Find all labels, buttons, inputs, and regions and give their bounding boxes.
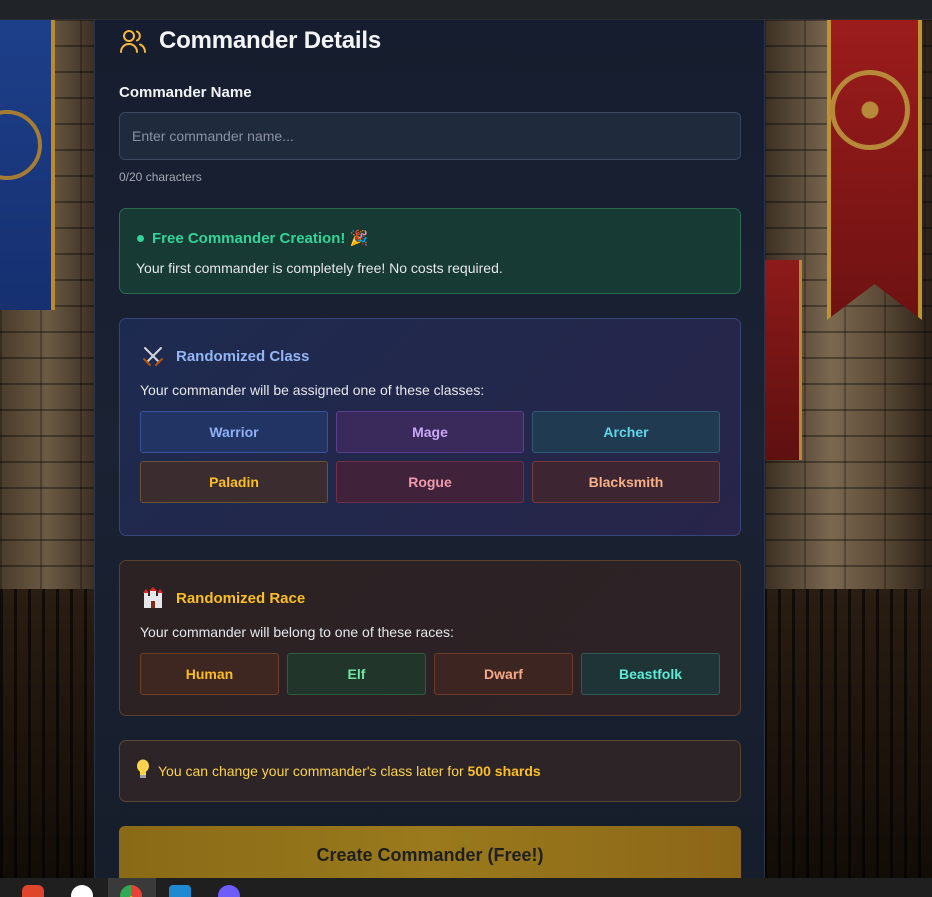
castle-icon [140,585,166,611]
create-commander-button[interactable]: Create Commander (Free!) [119,826,741,878]
free-notice-title: Free Commander Creation! 🎉 [152,230,369,247]
status-dot-icon [137,235,144,242]
taskbar-app-icon-2[interactable] [71,885,93,897]
race-section-description: Your commander will belong to one of the… [140,624,454,640]
background-banner-right-small [764,260,802,460]
tip-text-body: You can change your commander's class la… [158,763,468,779]
tip-shards-cost: 500 shards [467,763,541,779]
commander-details-panel: Commander Details Commander Name 0/20 ch… [94,20,765,878]
class-options: Warrior Mage Archer Paladin Rogue Blacks… [140,411,720,503]
race-chip-beastfolk: Beastfolk [581,653,720,695]
taskbar-vscode-icon[interactable] [169,885,191,897]
page-title: Commander Details [159,27,381,54]
commander-name-label: Commander Name [119,84,252,101]
randomized-race-section: Randomized Race Your commander will belo… [119,560,741,716]
tip-text: You can change your commander's class la… [158,763,541,779]
background-pews-left [0,589,95,879]
class-section-title: Randomized Class [176,347,310,365]
character-counter: 0/20 characters [119,170,202,184]
commander-name-input[interactable] [119,112,741,160]
randomized-class-section: Randomized Class Your commander will be … [119,318,741,536]
background-pews-right [764,589,932,879]
class-chip-archer: Archer [532,411,720,453]
class-section-header: Randomized Class [140,343,309,369]
class-chip-blacksmith: Blacksmith [532,461,720,503]
os-taskbar [0,878,932,897]
free-creation-notice: Free Commander Creation! 🎉 Your first co… [119,208,741,294]
race-chip-dwarf: Dwarf [434,653,573,695]
taskbar-app-icon-1[interactable] [22,885,44,897]
race-chip-human: Human [140,653,279,695]
free-notice-description: Your first commander is completely free!… [136,260,503,276]
background-emblem-right [830,70,910,150]
crossed-swords-icon [140,343,166,369]
browser-top-bar [0,0,932,20]
background-banner-right [827,20,922,320]
class-chip-warrior: Warrior [140,411,328,453]
taskbar-app-icon-5[interactable] [218,885,240,897]
lightbulb-icon [136,759,150,784]
class-chip-mage: Mage [336,411,524,453]
class-chip-rogue: Rogue [336,461,524,503]
race-options: Human Elf Dwarf Beastfolk [140,653,720,695]
class-chip-paladin: Paladin [140,461,328,503]
race-chip-elf: Elf [287,653,426,695]
users-icon [120,30,146,53]
panel-header: Commander Details [119,26,381,56]
class-change-tip: You can change your commander's class la… [119,740,741,802]
race-section-header: Randomized Race [140,585,305,611]
class-section-description: Your commander will be assigned one of t… [140,382,485,398]
race-section-title: Randomized Race [176,589,306,607]
